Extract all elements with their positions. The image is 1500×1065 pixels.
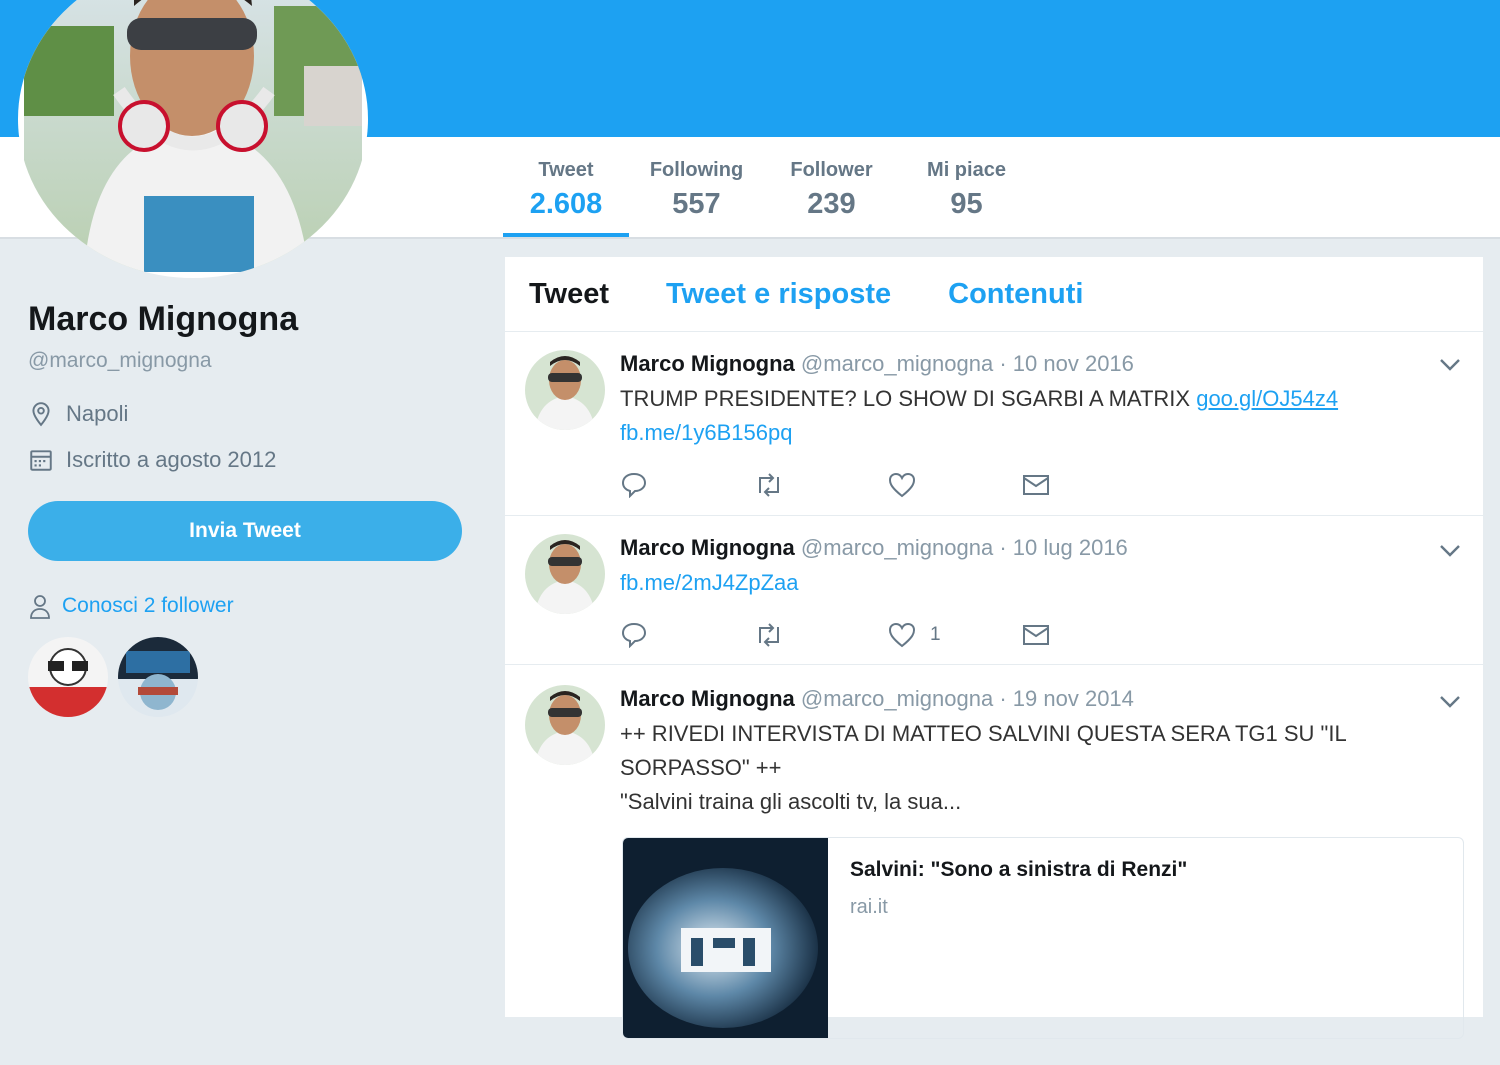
stat-value: 239 <box>807 188 856 220</box>
tweet-body: Marco Mignogna @marco_mignogna · 19 nov … <box>620 685 1423 819</box>
heart-icon <box>888 472 916 498</box>
follower-avatar[interactable] <box>118 637 198 717</box>
stat-value: 557 <box>672 188 721 220</box>
tweet-text-line: SORPASSO" ++ <box>620 755 782 780</box>
tweet-link[interactable]: fb.me/1y6B156pq <box>620 420 792 445</box>
tweet-text-content: TRUMP PRESIDENTE? LO SHOW DI SGARBI A MA… <box>620 386 1191 411</box>
follower-avatar[interactable] <box>28 637 108 717</box>
tab-tweet-e-risposte[interactable]: Tweet e risposte <box>666 278 891 311</box>
tweet-header: Marco Mignogna @marco_mignogna · 10 nov … <box>620 350 1423 378</box>
tweet-author-handle[interactable]: @marco_mignogna <box>801 351 993 376</box>
tweet-actions: 1 <box>620 622 1156 648</box>
tweet-body: Marco Mignogna @marco_mignogna · 10 nov … <box>620 350 1423 450</box>
profile-name[interactable]: Marco Mignogna <box>28 300 468 339</box>
link-preview-text: Salvini: "Sono a sinistra di Renzi" rai.… <box>828 838 1209 1038</box>
calendar-icon <box>30 450 52 471</box>
link-preview-domain: rai.it <box>850 896 888 918</box>
tweet-text: TRUMP PRESIDENTE? LO SHOW DI SGARBI A MA… <box>620 382 1423 450</box>
tweet-link[interactable]: fb.me/2mJ4ZpZaa <box>620 570 799 595</box>
person-icon <box>30 595 50 619</box>
tweet-actions <box>620 472 1156 498</box>
profile-avatar[interactable] <box>18 0 368 278</box>
stat-label: Follower <box>790 159 873 181</box>
envelope-icon <box>1023 625 1049 645</box>
link-preview-card[interactable]: Salvini: "Sono a sinistra di Renzi" rai.… <box>622 837 1464 1039</box>
envelope-icon <box>1023 475 1049 495</box>
profile-stats: Tweet 2.608 Following 557 Follower 239 M… <box>503 137 1034 237</box>
tab-contenuti[interactable]: Contenuti <box>948 278 1083 311</box>
tweet-author-name[interactable]: Marco Mignogna <box>620 535 795 560</box>
tweet-author-handle[interactable]: @marco_mignogna <box>801 535 993 560</box>
follower-avatars <box>28 637 468 717</box>
followers-you-know-link[interactable]: Conosci 2 follower <box>28 593 468 619</box>
location-pin-icon <box>32 402 50 427</box>
message-button[interactable] <box>1022 624 1156 646</box>
tweet-avatar[interactable] <box>525 350 605 430</box>
reply-icon <box>621 472 647 498</box>
tweet-text-line: ++ RIVEDI INTERVISTA DI MATTEO SALVINI Q… <box>620 721 1347 746</box>
stat-label: Tweet <box>538 159 594 181</box>
stat-mi-piace[interactable]: Mi piace 95 <box>899 137 1034 237</box>
tweet-item[interactable]: Marco Mignogna @marco_mignogna · 19 nov … <box>505 665 1483 1065</box>
tweet-avatar[interactable] <box>525 534 605 614</box>
stat-tweet[interactable]: Tweet 2.608 <box>503 137 629 237</box>
tweet-avatar[interactable] <box>525 685 605 765</box>
retweet-icon <box>759 623 779 647</box>
reply-button[interactable] <box>620 622 754 648</box>
timeline-panel: Tweet Tweet e risposte Contenuti Marco M… <box>505 257 1483 1039</box>
profile-sidebar: Marco Mignogna @marco_mignogna Napoli Is… <box>28 300 468 717</box>
retweet-button[interactable] <box>754 623 888 647</box>
tweet-link[interactable]: goo.gl/OJ54z4 <box>1196 386 1338 411</box>
stat-label: Mi piace <box>927 159 1006 181</box>
tweet-date[interactable]: · 19 nov 2014 <box>999 686 1134 711</box>
stat-label: Following <box>649 159 744 181</box>
retweet-icon <box>759 473 779 497</box>
tweet-item[interactable]: Marco Mignogna @marco_mignogna · 10 nov … <box>505 332 1483 516</box>
tweet-text: ++ RIVEDI INTERVISTA DI MATTEO SALVINI Q… <box>620 717 1423 819</box>
joined-text: Iscritto a agosto 2012 <box>66 447 277 472</box>
tweet-date[interactable]: · 10 nov 2016 <box>999 351 1134 376</box>
retweet-button[interactable] <box>754 473 888 497</box>
message-button[interactable] <box>1022 474 1156 496</box>
link-preview-image <box>623 838 828 1038</box>
tweet-text-line: "Salvini traina gli ascolti tv, la sua..… <box>620 789 962 814</box>
reply-button[interactable] <box>620 472 754 498</box>
chevron-down-icon[interactable] <box>1439 695 1461 709</box>
stat-value: 95 <box>950 188 983 220</box>
timeline-tabs: Tweet Tweet e risposte Contenuti <box>505 257 1483 332</box>
like-button[interactable] <box>888 472 1022 498</box>
profile-joined: Iscritto a agosto 2012 <box>28 447 468 473</box>
stat-following[interactable]: Following 557 <box>629 137 764 237</box>
heart-icon <box>888 622 916 648</box>
chevron-down-icon[interactable] <box>1439 358 1461 372</box>
profile-handle[interactable]: @marco_mignogna <box>28 349 468 373</box>
like-button[interactable]: 1 <box>888 622 1022 648</box>
tweet-header: Marco Mignogna @marco_mignogna · 10 lug … <box>620 534 1423 562</box>
tweet-author-handle[interactable]: @marco_mignogna <box>801 686 993 711</box>
chevron-down-icon[interactable] <box>1439 544 1461 558</box>
like-count: 1 <box>930 624 941 645</box>
followers-you-know-text: Conosci 2 follower <box>62 594 234 617</box>
tab-tweet[interactable]: Tweet <box>529 278 609 311</box>
tweet-header: Marco Mignogna @marco_mignogna · 19 nov … <box>620 685 1423 713</box>
tweet-date[interactable]: · 10 lug 2016 <box>999 535 1127 560</box>
tweet-author-name[interactable]: Marco Mignogna <box>620 686 795 711</box>
tweet-item[interactable]: Marco Mignogna @marco_mignogna · 10 lug … <box>505 516 1483 665</box>
send-tweet-button[interactable]: Invia Tweet <box>28 501 462 561</box>
tweet-text: fb.me/2mJ4ZpZaa <box>620 566 1423 600</box>
link-preview-title: Salvini: "Sono a sinistra di Renzi" <box>850 858 1188 881</box>
stat-value: 2.608 <box>529 188 603 220</box>
location-text: Napoli <box>66 401 129 426</box>
stat-follower[interactable]: Follower 239 <box>764 137 899 237</box>
tweet-body: Marco Mignogna @marco_mignogna · 10 lug … <box>620 534 1423 600</box>
tweet-author-name[interactable]: Marco Mignogna <box>620 351 795 376</box>
reply-icon <box>621 622 647 648</box>
profile-location: Napoli <box>28 401 468 427</box>
